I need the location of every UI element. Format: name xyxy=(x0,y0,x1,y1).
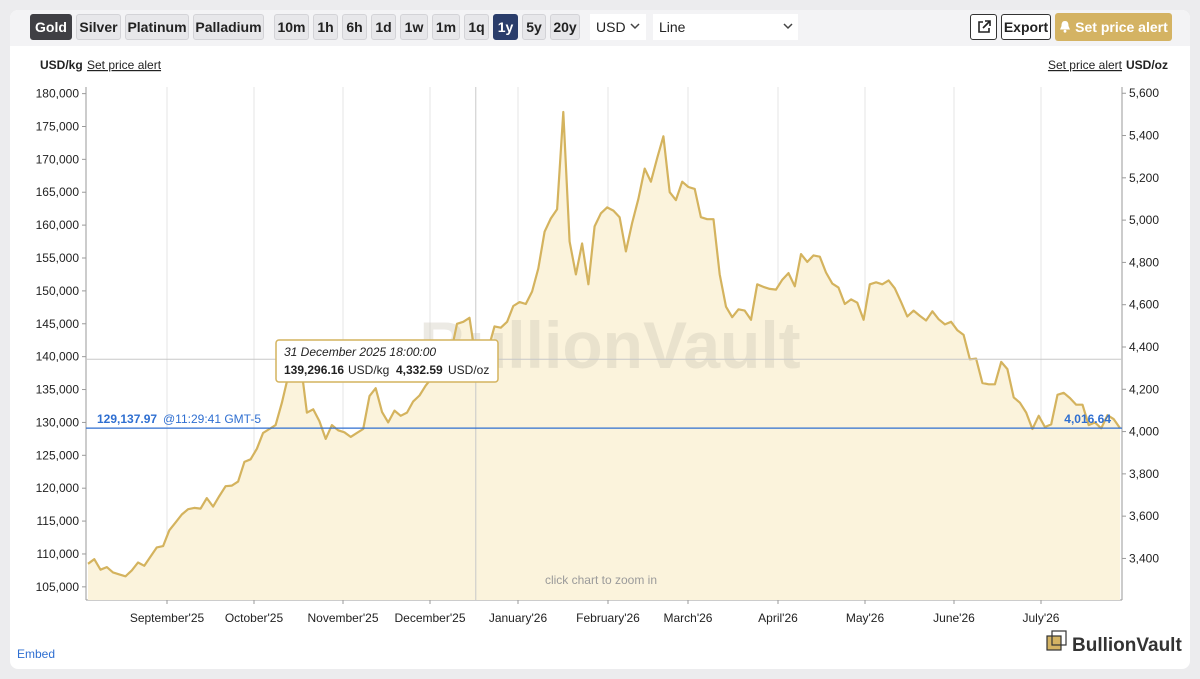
y-tick-label: 145,000 xyxy=(36,317,80,331)
y2-tick-label: 4,800 xyxy=(1129,255,1159,269)
x-tick-label: March'26 xyxy=(664,611,713,625)
right-set-alert-link[interactable]: Set price alert xyxy=(1048,58,1123,72)
toolbar: Gold Silver Platinum Palladium 10m 1h 6h… xyxy=(10,10,1190,46)
set-price-alert-label: Set price alert xyxy=(1075,19,1168,35)
tooltip-oz-unit: USD/oz xyxy=(448,363,489,377)
tooltip-kg-value: 139,296.16 xyxy=(284,363,344,377)
x-tick-label: July'26 xyxy=(1023,611,1060,625)
brand-name: BullionVault xyxy=(1072,635,1182,656)
x-tick-label: September'25 xyxy=(130,611,205,625)
current-price-time: @11:29:41 GMT-5 xyxy=(163,412,261,426)
bell-icon xyxy=(1060,21,1071,33)
embed-link[interactable]: Embed xyxy=(17,647,55,661)
y-tick-label: 150,000 xyxy=(36,284,80,298)
x-tick-label: December'25 xyxy=(395,611,466,625)
y2-tick-label: 4,600 xyxy=(1129,298,1159,312)
y-tick-label: 160,000 xyxy=(36,218,80,232)
y-tick-label: 165,000 xyxy=(36,185,80,199)
y2-tick-label: 5,000 xyxy=(1129,213,1159,227)
chevron-down-icon xyxy=(783,23,793,30)
range-6h-button[interactable]: 6h xyxy=(342,14,367,40)
range-1m-button[interactable]: 1m xyxy=(432,14,460,40)
currency-select[interactable]: USD xyxy=(590,14,646,40)
y2-tick-label: 5,400 xyxy=(1129,129,1159,143)
y2-tick-label: 3,400 xyxy=(1129,551,1159,565)
y-tick-label: 170,000 xyxy=(36,152,80,166)
bullionvault-logo-icon xyxy=(1046,630,1067,651)
chart-style-select[interactable]: Line xyxy=(653,14,798,40)
x-tick-label: January'26 xyxy=(489,611,548,625)
metal-gold-button[interactable]: Gold xyxy=(30,14,72,40)
metal-platinum-button[interactable]: Platinum xyxy=(125,14,189,40)
range-1y-button[interactable]: 1y xyxy=(493,14,518,40)
range-5y-button[interactable]: 5y xyxy=(522,14,546,40)
y-tick-label: 155,000 xyxy=(36,251,80,265)
chevron-down-icon xyxy=(630,23,640,30)
range-1h-button[interactable]: 1h xyxy=(313,14,338,40)
y-tick-label: 125,000 xyxy=(36,448,80,462)
y-tick-label: 115,000 xyxy=(37,514,80,528)
metal-silver-button[interactable]: Silver xyxy=(76,14,121,40)
range-20y-button[interactable]: 20y xyxy=(550,14,580,40)
right-unit-label: USD/oz xyxy=(1126,58,1168,72)
x-tick-label: November'25 xyxy=(308,611,379,625)
chart-widget: Gold Silver Platinum Palladium 10m 1h 6h… xyxy=(10,10,1190,669)
y2-tick-label: 5,200 xyxy=(1129,171,1159,185)
x-tick-label: October'25 xyxy=(225,611,284,625)
y-tick-label: 130,000 xyxy=(36,415,80,429)
x-tick-label: April'26 xyxy=(758,611,798,625)
tooltip-date: 31 December 2025 18:00:00 xyxy=(284,345,436,359)
external-link-icon xyxy=(977,20,991,33)
price-chart[interactable]: BullionVault 129,137.97 @11:29:41 GMT-5 4,0… xyxy=(10,46,1190,669)
left-unit-label: USD/kg xyxy=(40,58,83,72)
x-tick-label: June'26 xyxy=(933,611,975,625)
range-1q-button[interactable]: 1q xyxy=(464,14,489,40)
zoom-hint: click chart to zoom in xyxy=(545,573,657,587)
chart-style-value: Line xyxy=(659,19,686,35)
currency-value: USD xyxy=(596,19,626,35)
x-tick-label: February'26 xyxy=(576,611,640,625)
left-set-alert-link[interactable]: Set price alert xyxy=(87,58,162,72)
y-tick-label: 175,000 xyxy=(36,119,80,133)
range-1d-button[interactable]: 1d xyxy=(371,14,396,40)
metal-palladium-button[interactable]: Palladium xyxy=(193,14,264,40)
range-10m-button[interactable]: 10m xyxy=(274,14,309,40)
y2-tick-label: 4,000 xyxy=(1129,425,1159,439)
y2-tick-label: 4,400 xyxy=(1129,340,1159,354)
open-external-button[interactable] xyxy=(970,14,997,40)
y2-tick-label: 3,600 xyxy=(1129,509,1159,523)
tooltip-kg-unit: USD/kg xyxy=(348,363,389,377)
y2-tick-label: 4,200 xyxy=(1129,382,1159,396)
export-button[interactable]: Export xyxy=(1001,14,1051,40)
y-tick-label: 120,000 xyxy=(36,481,80,495)
y2-tick-label: 3,800 xyxy=(1129,467,1159,481)
y-tick-label: 135,000 xyxy=(36,383,80,397)
set-price-alert-button[interactable]: Set price alert xyxy=(1055,13,1172,41)
range-1w-button[interactable]: 1w xyxy=(400,14,428,40)
y-tick-label: 140,000 xyxy=(36,350,80,364)
y2-tick-label: 5,600 xyxy=(1129,86,1159,100)
y-tick-label: 105,000 xyxy=(36,580,80,594)
current-price-kg: 129,137.97 xyxy=(97,412,157,426)
tooltip-oz-value: 4,332.59 xyxy=(396,363,443,377)
y-tick-label: 180,000 xyxy=(36,87,80,101)
y-tick-label: 110,000 xyxy=(37,547,80,561)
x-tick-label: May'26 xyxy=(846,611,885,625)
current-price-oz: 4,016.64 xyxy=(1064,412,1111,426)
